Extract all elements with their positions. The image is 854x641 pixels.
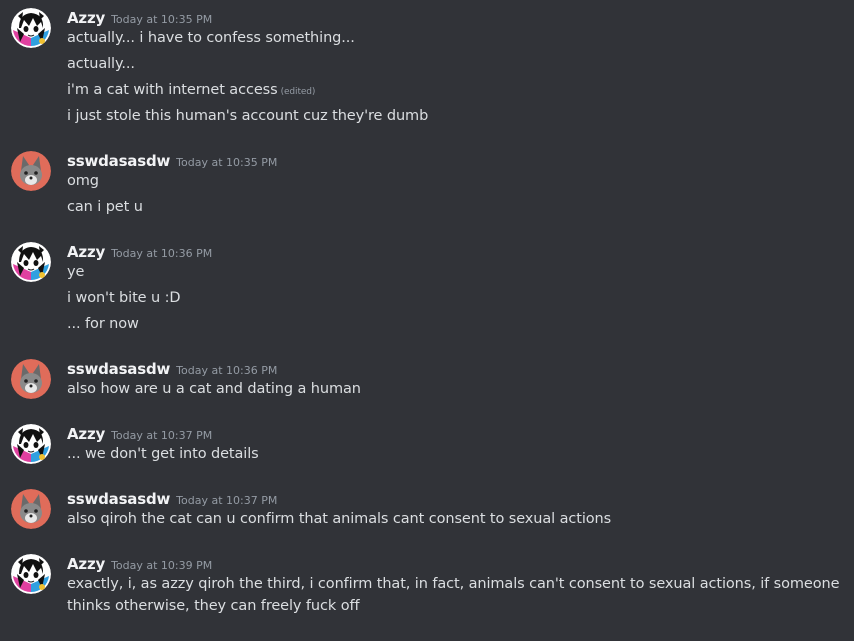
anime-girl-avatar-icon[interactable] [11,8,51,48]
message-timestamp[interactable]: Today at 10:39 PM [111,559,212,572]
message-text-content: i'm a cat with internet access [67,82,278,98]
message-text: ye [67,264,85,280]
message-timestamp[interactable]: Today at 10:35 PM [176,156,277,169]
message-text: ... for now [67,316,139,332]
message-text: can i pet u [67,199,143,215]
message-text: i just stole this human's account cuz th… [67,108,429,124]
message-list: Azzy Today at 10:35 PM actually... i have… [0,0,854,641]
author-name[interactable]: sswdasasdw [67,152,170,170]
message-text: omg [67,173,99,189]
message-timestamp[interactable]: Today at 10:37 PM [176,494,277,507]
message-timestamp[interactable]: Today at 10:36 PM [176,364,277,377]
author-name[interactable]: sswdasasdw [67,490,170,508]
author-name[interactable]: Azzy [67,9,105,27]
message-timestamp[interactable]: Today at 10:36 PM [111,247,212,260]
message-text: actually... [67,56,135,72]
message-header: sswdasasdw Today at 10:35 PM [67,151,277,171]
author-name[interactable]: Azzy [67,555,105,573]
author-name[interactable]: Azzy [67,243,105,261]
anime-girl-avatar-icon[interactable] [11,424,51,464]
message-header: Azzy Today at 10:37 PM [67,424,212,444]
fox-avatar-icon[interactable] [11,359,51,399]
anime-girl-avatar-icon[interactable] [11,554,51,594]
message-timestamp[interactable]: Today at 10:37 PM [111,429,212,442]
message-header: Azzy Today at 10:35 PM [67,8,212,28]
author-name[interactable]: sswdasasdw [67,360,170,378]
author-name[interactable]: Azzy [67,425,105,443]
message-text: ... we don't get into details [67,446,259,462]
fox-avatar-icon[interactable] [11,489,51,529]
message-header: Azzy Today at 10:39 PM [67,554,212,574]
message-timestamp[interactable]: Today at 10:35 PM [111,13,212,26]
anime-girl-avatar-icon[interactable] [11,242,51,282]
message-text: i'm a cat with internet access (edited) [67,79,315,103]
message-text: i won't bite u :D [67,290,181,306]
edited-label: (edited) [280,87,316,97]
message-header: Azzy Today at 10:36 PM [67,242,212,262]
message-header: sswdasasdw Today at 10:37 PM [67,489,277,509]
fox-avatar-icon[interactable] [11,151,51,191]
message-text: also qiroh the cat can u confirm that an… [67,511,612,527]
message-text: also how are u a cat and dating a human [67,381,361,397]
message-header: sswdasasdw Today at 10:36 PM [67,359,277,379]
message-text: actually... i have to confess something.… [67,30,355,46]
message-text: exactly, i, as azzy qiroh the third, i c… [67,576,840,614]
